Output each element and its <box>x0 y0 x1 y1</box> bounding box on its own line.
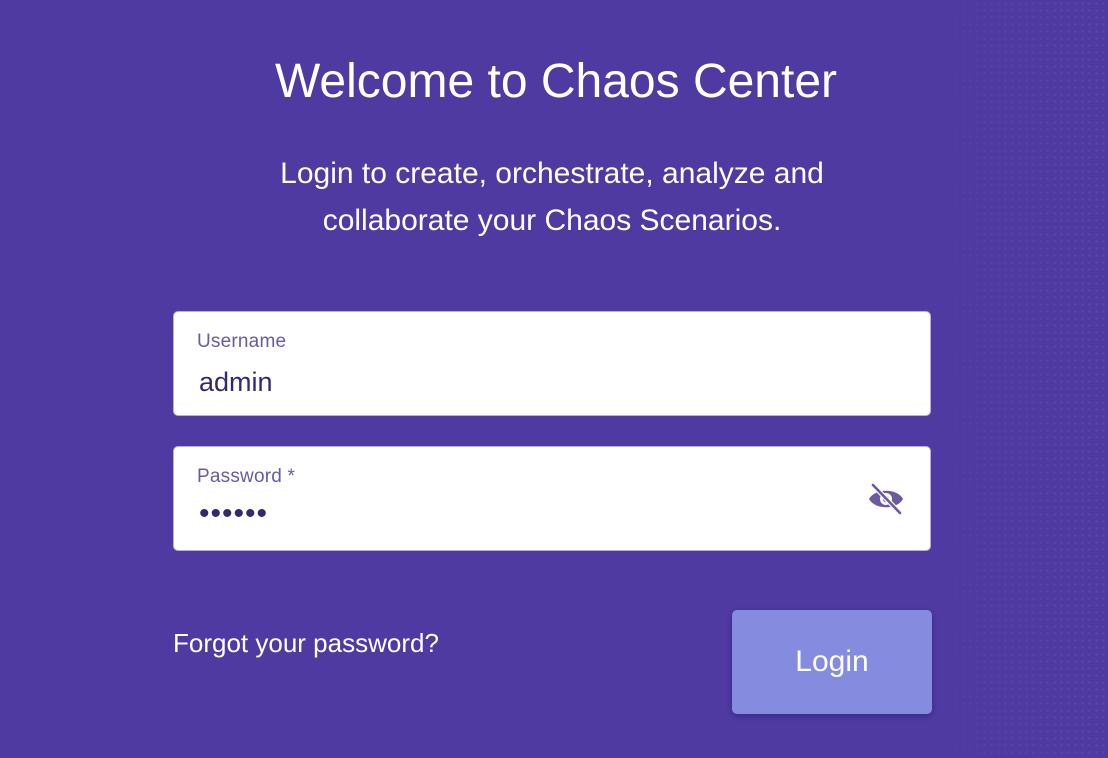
eye-off-icon[interactable] <box>867 482 905 516</box>
password-field[interactable]: Password * •••••• <box>173 446 931 551</box>
username-label: Username <box>197 331 287 352</box>
forgot-password-link[interactable]: Forgot your password? <box>173 628 439 659</box>
password-label: Password * <box>197 466 296 487</box>
background-pattern <box>918 0 1108 758</box>
username-input[interactable] <box>199 367 859 398</box>
page-subtitle: Login to create, orchestrate, analyze an… <box>280 157 824 237</box>
page-title: Welcome to Chaos Center <box>274 55 838 108</box>
password-input[interactable]: •••••• <box>199 497 859 531</box>
login-button[interactable]: Login <box>732 610 932 714</box>
username-field[interactable]: Username <box>173 311 931 416</box>
